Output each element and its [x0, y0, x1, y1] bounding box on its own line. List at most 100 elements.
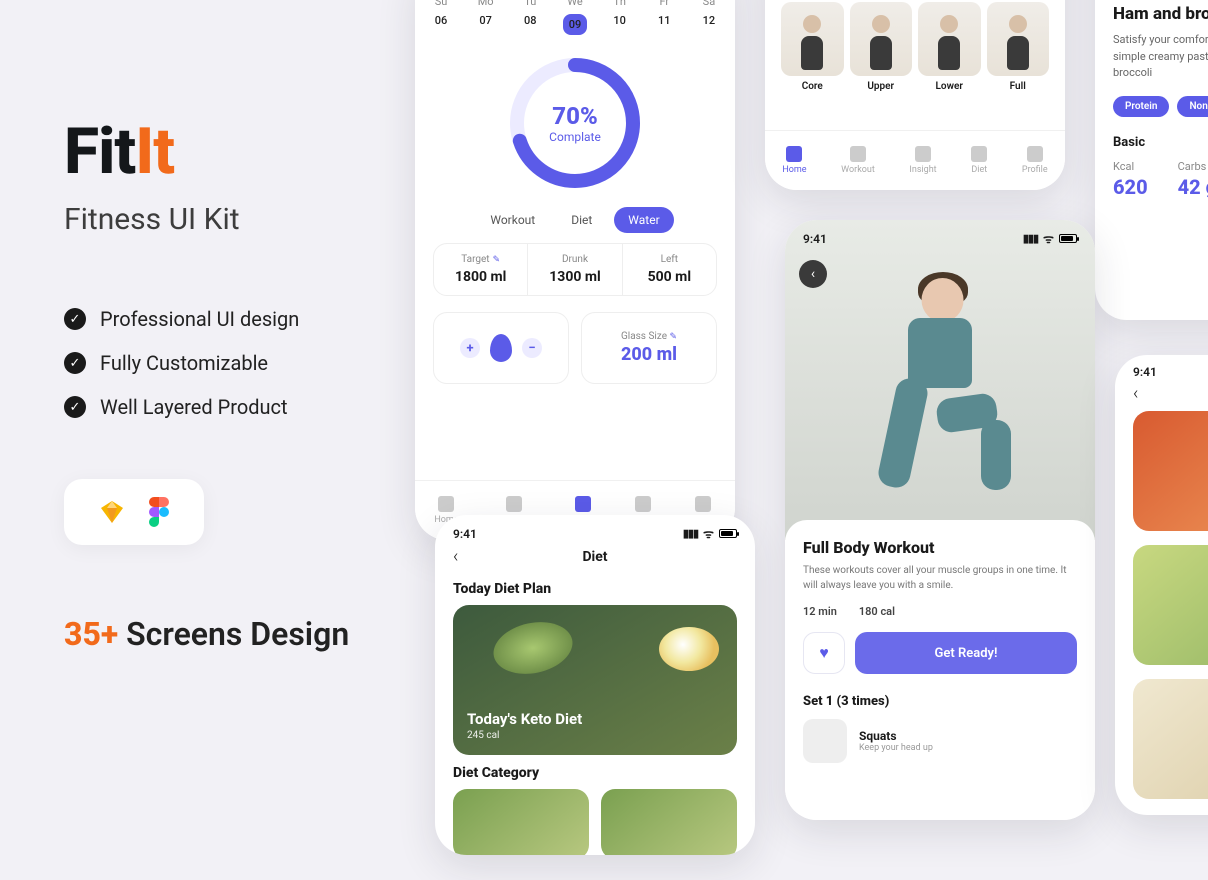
insight-tabs: Workout Diet Water — [433, 207, 717, 233]
feature-label: Well Layered Product — [100, 395, 288, 419]
remove-glass-button[interactable]: − — [522, 338, 542, 358]
workout-thumb — [781, 2, 844, 76]
workout-duration: 12 min — [803, 605, 837, 618]
workout-thumb — [850, 2, 913, 76]
nav-profile[interactable]: Profile — [1022, 146, 1048, 175]
tag-protein[interactable]: Protein — [1113, 96, 1169, 117]
page-title: Toda — [1115, 386, 1208, 401]
glass-size-label: Glass Size — [621, 331, 667, 342]
section-heading: Diet Category — [435, 755, 755, 781]
nav-label: Home — [782, 165, 806, 175]
diet-plan-card[interactable]: Today's Keto Diet 245 cal — [453, 605, 737, 755]
section-heading: Today Diet Plan — [435, 573, 755, 605]
status-bar: 9:41 ▮▮▮ ᯤ — [435, 515, 755, 546]
glass-size-card: Glass Size ✎ 200 ml — [581, 312, 717, 384]
status-time: 9:41 — [803, 232, 827, 246]
add-glass-button[interactable]: + — [460, 338, 480, 358]
workout-thumb — [987, 2, 1050, 76]
screen-recipe-detail: Ham and broccoli pasta Satisfy your comf… — [1095, 0, 1208, 320]
workout-hero-person — [865, 278, 1015, 518]
calendar-day-selected[interactable]: 09 — [563, 14, 587, 35]
nav-workout[interactable]: Workout — [841, 146, 875, 175]
weekday: Su — [429, 0, 453, 8]
diet-plan-title: Today's Keto Diet — [467, 710, 723, 728]
progress-ring: 70% Complate — [505, 53, 645, 193]
tab-workout[interactable]: Workout — [476, 207, 549, 233]
page-title: Diet — [435, 549, 755, 565]
calendar-dates: 06 07 08 09 10 11 12 — [429, 14, 721, 35]
metric-target: Target✎ 1800 ml — [434, 244, 528, 295]
weekday: We — [563, 0, 587, 8]
today-card[interactable] — [1133, 545, 1208, 665]
bottom-nav: Home Workout Insight Diet Profile — [765, 130, 1065, 190]
signal-icon: ▮▮▮ — [683, 527, 698, 540]
nav-home[interactable]: Home — [782, 146, 806, 175]
workout-title: Full Body Workout — [803, 538, 1077, 557]
edit-icon[interactable]: ✎ — [493, 255, 501, 265]
diet-category-card[interactable] — [601, 789, 737, 855]
metric-value: 1300 ml — [532, 269, 617, 285]
metric-label: Left — [627, 254, 712, 265]
edit-icon[interactable]: ✎ — [669, 332, 677, 342]
metric-value: 500 ml — [627, 269, 712, 285]
feature-item: ✓ Fully Customizable — [64, 351, 404, 375]
water-metrics: Target✎ 1800 ml Drunk 1300 ml Left 500 m… — [433, 243, 717, 296]
calendar-day[interactable]: 12 — [697, 14, 721, 35]
status-bar: 9:41 — [1115, 355, 1208, 383]
nutrition-value: 42 g — [1178, 175, 1208, 199]
calendar-day[interactable]: 11 — [652, 14, 676, 35]
calendar-day[interactable]: 10 — [608, 14, 632, 35]
metric-drunk: Drunk 1300 ml — [528, 244, 622, 295]
muscle-label: Full — [987, 81, 1050, 92]
sketch-icon — [99, 499, 125, 525]
muscle-group-core[interactable]: Core — [781, 2, 844, 92]
muscle-group-upper[interactable]: Upper — [850, 2, 913, 92]
screens-label: Screens Design — [118, 615, 349, 653]
get-ready-button[interactable]: Get Ready! — [855, 632, 1077, 674]
workout-icon — [506, 496, 522, 512]
tab-water[interactable]: Water — [614, 207, 673, 233]
insight-icon — [915, 146, 931, 162]
today-card[interactable] — [1133, 679, 1208, 799]
signal-icon: ▮▮▮ — [1023, 232, 1038, 245]
screen-diet: 9:41 ▮▮▮ᯤ ‹ Diet Today Diet Plan Today's… — [435, 515, 755, 855]
brand-part1: Fit — [64, 114, 135, 189]
muscle-label: Lower — [918, 81, 981, 92]
workout-thumb — [918, 2, 981, 76]
recipe-title: Ham and broccoli pasta — [1113, 4, 1208, 24]
diet-plan-cal: 245 cal — [467, 730, 723, 741]
muscle-group-full[interactable]: Full — [987, 2, 1050, 92]
nutrition-carbs: Carbs 42 g — [1178, 160, 1208, 199]
screens-number: 35+ — [64, 615, 118, 653]
exercise-row[interactable]: Squats Keep your head up — [803, 719, 1077, 763]
check-icon: ✓ — [64, 396, 86, 418]
muscle-group-lower[interactable]: Lower — [918, 2, 981, 92]
muscle-label: Upper — [850, 81, 913, 92]
basic-heading: Basic — [1113, 135, 1208, 150]
nav-insight[interactable]: Insight — [909, 146, 936, 175]
calendar-weekdays: Su Mo Tu We Th Fr Sa — [429, 0, 721, 8]
status-time: 9:41 — [453, 527, 477, 541]
subtitle: Fitness UI Kit — [64, 202, 404, 237]
today-card[interactable] — [1133, 411, 1208, 531]
tag-nonveg[interactable]: Non-Veg — [1177, 96, 1208, 117]
profile-icon — [1027, 146, 1043, 162]
calendar-day[interactable]: 08 — [518, 14, 542, 35]
feature-item: ✓ Professional UI design — [64, 307, 404, 331]
set-heading: Set 1 (3 times) — [803, 694, 1077, 709]
nav-diet[interactable]: Diet — [971, 146, 987, 175]
back-button[interactable]: ‹ — [799, 260, 827, 288]
recipe-description: Satisfy your comfort food cravings cheap… — [1113, 32, 1208, 82]
diet-category-card[interactable] — [453, 789, 589, 855]
metric-label: Target — [461, 254, 489, 265]
diet-icon — [635, 496, 651, 512]
weekday: Th — [608, 0, 632, 8]
calendar-day[interactable]: 06 — [429, 14, 453, 35]
tab-diet[interactable]: Diet — [557, 207, 606, 233]
calendar-day[interactable]: 07 — [474, 14, 498, 35]
favorite-button[interactable]: ♥ — [803, 632, 845, 674]
wifi-icon: ᯤ — [1043, 230, 1054, 247]
status-bar: 9:41 ▮▮▮ ᯤ — [785, 220, 1095, 251]
wifi-icon: ᯤ — [703, 525, 714, 542]
feature-item: ✓ Well Layered Product — [64, 395, 404, 419]
